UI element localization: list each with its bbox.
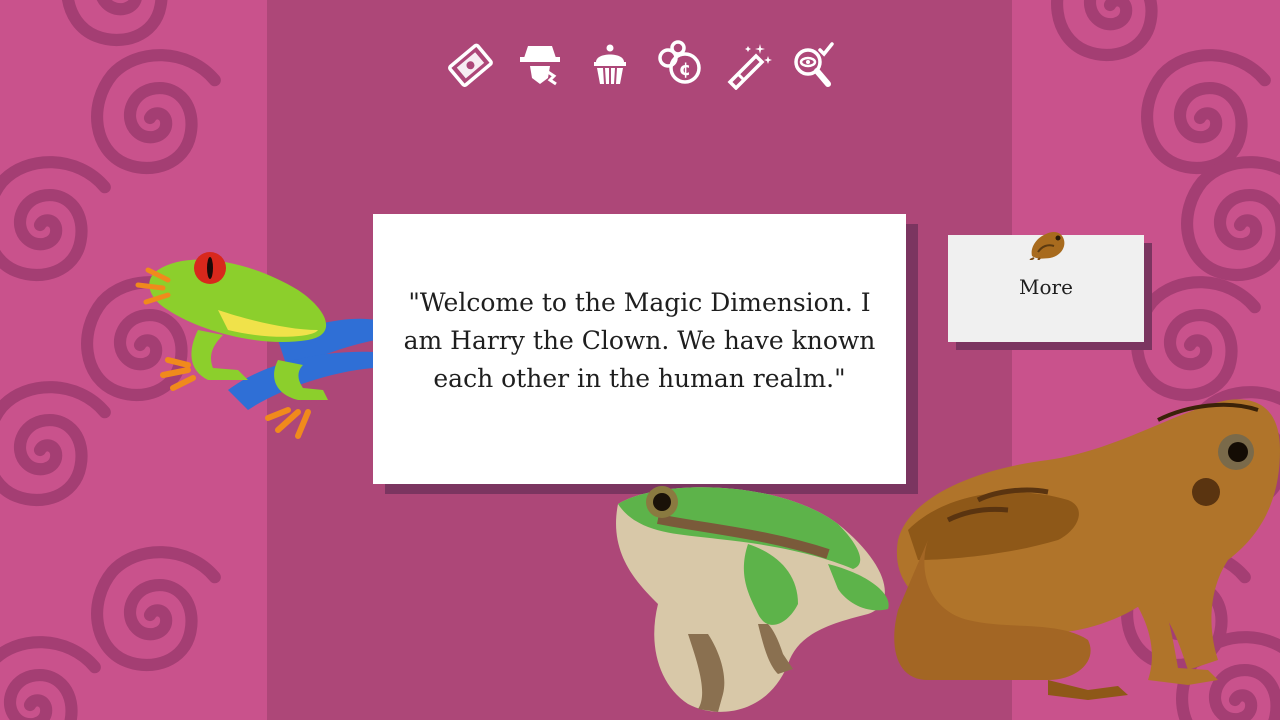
dialog-box: "Welcome to the Magic Dimension. I am Ha… — [373, 214, 906, 484]
green-tree-frog — [616, 486, 889, 712]
coins-icon[interactable]: ¢ — [654, 38, 706, 90]
detective-hat-icon[interactable] — [514, 38, 566, 90]
magic-wand-icon[interactable] — [724, 38, 776, 90]
toolbar: ¢ — [440, 38, 840, 90]
svg-text:¢: ¢ — [679, 59, 692, 80]
brown-frog — [894, 399, 1280, 700]
more-button-label: More — [1019, 274, 1073, 299]
dialog-text: "Welcome to the Magic Dimension. I am Ha… — [403, 288, 876, 393]
toad-icon — [1029, 232, 1065, 260]
cupcake-icon[interactable] — [584, 38, 636, 90]
cards-tickets-icon[interactable] — [444, 38, 496, 90]
magnifier-check-icon[interactable] — [790, 38, 842, 90]
red-eyed-tree-frog — [135, 252, 376, 439]
